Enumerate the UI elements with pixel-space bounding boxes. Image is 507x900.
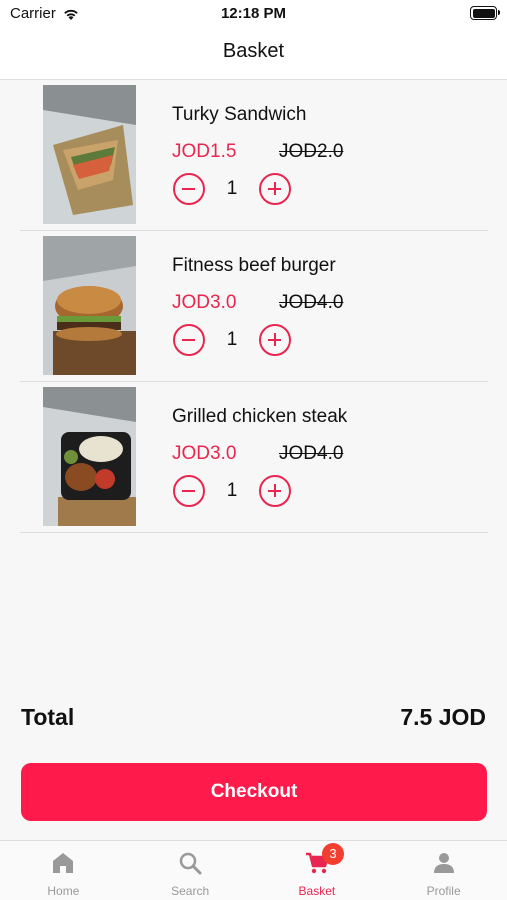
tab-home[interactable]: Home bbox=[0, 841, 127, 900]
item-quantity: 1 bbox=[226, 178, 238, 199]
checkout-button[interactable]: Checkout bbox=[21, 763, 487, 821]
nav-bar: Basket bbox=[0, 30, 507, 80]
basket-list: Turky Sandwich JOD1.5 JOD2.0 1 Fitness b… bbox=[0, 80, 507, 533]
tab-profile[interactable]: Profile bbox=[380, 841, 507, 900]
person-icon bbox=[433, 853, 454, 873]
page-title: Basket bbox=[222, 40, 285, 62]
item-quantity: 1 bbox=[226, 480, 238, 501]
increase-quantity-button[interactable] bbox=[259, 173, 291, 205]
status-bar: Carrier 12:18 PM bbox=[0, 0, 507, 30]
total-value: 7.5 JOD bbox=[400, 704, 486, 730]
item-name: Turky Sandwich bbox=[172, 104, 307, 125]
basket-item: Turky Sandwich JOD1.5 JOD2.0 1 bbox=[20, 80, 488, 231]
item-name: Fitness beef burger bbox=[172, 255, 336, 276]
item-old-price: JOD4.0 bbox=[279, 443, 344, 464]
item-price: JOD3.0 bbox=[172, 292, 237, 313]
tab-label: Home bbox=[47, 884, 80, 898]
status-time: 12:18 PM bbox=[220, 5, 287, 22]
product-image bbox=[43, 387, 136, 526]
increase-quantity-button[interactable] bbox=[259, 324, 291, 356]
tab-bar: Home Search Basket Profile bbox=[0, 840, 507, 900]
item-old-price: JOD2.0 bbox=[279, 141, 344, 162]
basket-item: Fitness beef burger JOD3.0 JOD4.0 1 bbox=[20, 231, 488, 382]
item-old-price: JOD4.0 bbox=[279, 292, 344, 313]
item-price: JOD3.0 bbox=[172, 443, 237, 464]
item-price: JOD1.5 bbox=[172, 141, 237, 162]
basket-count-badge: 3 bbox=[322, 843, 344, 865]
product-image bbox=[43, 236, 136, 375]
product-image bbox=[43, 85, 136, 224]
item-name: Grilled chicken steak bbox=[172, 406, 348, 427]
tab-basket[interactable]: Basket bbox=[254, 841, 381, 900]
tab-search[interactable]: Search bbox=[127, 841, 254, 900]
decrease-quantity-button[interactable] bbox=[173, 475, 205, 507]
tab-label: Basket bbox=[298, 884, 336, 898]
decrease-quantity-button[interactable] bbox=[173, 324, 205, 356]
item-quantity: 1 bbox=[226, 329, 238, 350]
increase-quantity-button[interactable] bbox=[259, 475, 291, 507]
tab-label: Profile bbox=[426, 884, 461, 898]
decrease-quantity-button[interactable] bbox=[173, 173, 205, 205]
total-label: Total bbox=[21, 704, 75, 730]
search-icon bbox=[179, 852, 202, 875]
basket-item: Grilled chicken steak JOD3.0 JOD4.0 1 bbox=[20, 382, 488, 533]
tab-label: Search bbox=[171, 884, 210, 898]
home-icon bbox=[53, 853, 74, 873]
battery-icon bbox=[470, 6, 500, 20]
